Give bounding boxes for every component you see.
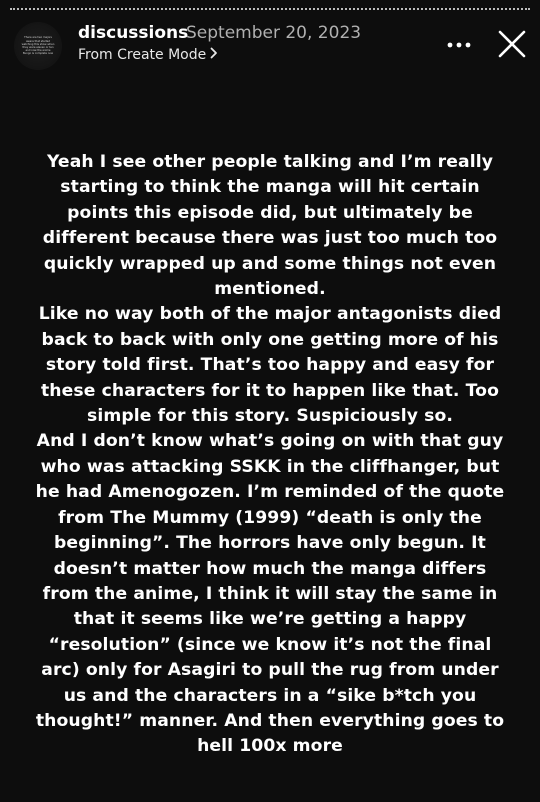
story-paragraph: Yeah I see other people talking and I’m … [42, 152, 498, 300]
avatar-text: There are two majors aware that started … [21, 36, 55, 56]
story-paragraph: Like no way both of the major antagonist… [38, 304, 502, 427]
more-horizontal-icon [447, 33, 471, 52]
story-text: Yeah I see other people talking and I’m … [28, 150, 512, 760]
close-icon [496, 30, 528, 64]
story-paragraph: And I don’t know what’s going on with th… [35, 431, 505, 757]
close-button[interactable] [496, 28, 528, 60]
more-options-button[interactable] [444, 30, 474, 54]
post-date: September 20, 2023 [186, 23, 362, 43]
create-mode-link[interactable]: From Create Mode [78, 47, 218, 63]
username[interactable]: discussions [78, 23, 188, 43]
avatar[interactable]: There are two majors aware that started … [14, 22, 62, 70]
chevron-right-icon [210, 47, 218, 63]
story-header: There are two majors aware that started … [0, 14, 540, 74]
create-mode-label: From Create Mode [78, 47, 207, 63]
story-progress-bar [10, 8, 530, 13]
